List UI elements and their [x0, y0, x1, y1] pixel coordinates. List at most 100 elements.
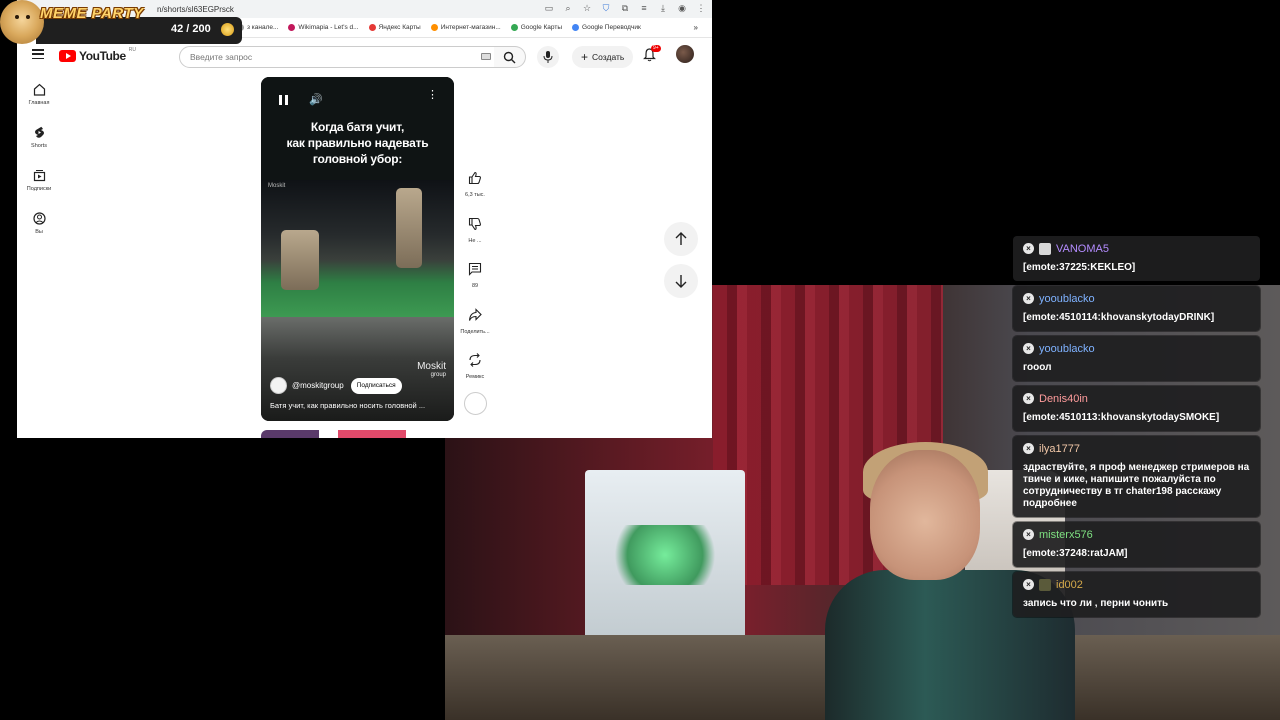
video-overlay-caption: Когда батя учит, как правильно надевать …: [261, 119, 454, 167]
search-button[interactable]: [494, 46, 526, 68]
dislike-label: Не ...: [468, 237, 482, 244]
sidebar-item-label: Shorts: [31, 143, 47, 149]
audio-track-thumbnail[interactable]: [464, 392, 487, 415]
star-icon[interactable]: ☆: [582, 3, 592, 13]
short-title[interactable]: Батя учит, как правильно носить головной…: [270, 401, 425, 410]
comments-count: 89: [471, 283, 479, 289]
chat-username: yooublacko: [1039, 342, 1095, 355]
subscribe-button[interactable]: Подписаться: [350, 377, 402, 394]
like-count: 6,3 тыс.: [465, 192, 485, 198]
close-icon[interactable]: ×: [1023, 579, 1034, 590]
bookmark-item[interactable]: з канале...: [237, 24, 278, 31]
sidebar-item-shorts[interactable]: Shorts: [17, 117, 61, 160]
bookmark-label: Google Переводчик: [582, 24, 641, 31]
sidebar-item-home[interactable]: Главная: [17, 74, 61, 117]
user-badge-icon: [1039, 242, 1051, 255]
chat-message-text: [emote:4510114:khovanskytodayDRINK]: [1023, 312, 1215, 323]
comments-button[interactable]: 89: [457, 258, 493, 304]
stream-screen: n/shorts/sl63EGPrsck ▭ ⌕ ☆ ⛉ ⧉ ≡ ⤓ ◉ ⋮ з…: [0, 0, 1280, 720]
sidebar-item-label: Главная: [28, 100, 50, 106]
chat-message: × misterx576 [emote:37248:ratJAM]: [1013, 522, 1260, 567]
voice-search-button[interactable]: [537, 46, 559, 68]
zoom-icon[interactable]: ⌕: [563, 3, 573, 13]
chat-message: × VANOMA5 [emote:37225:KEKLEO]: [1013, 236, 1260, 281]
like-button[interactable]: 6,3 тыс.: [457, 167, 493, 213]
download-icon[interactable]: ⤓: [658, 3, 668, 13]
bookmark-item[interactable]: Google Карты: [510, 24, 562, 31]
channel-name[interactable]: @moskitgroup: [292, 381, 344, 390]
profile-icon[interactable]: ◉: [677, 3, 687, 13]
chat-message: × Denis40in [emote:4510113:khovanskytodayS…: [1013, 386, 1260, 431]
menu-icon[interactable]: [32, 49, 44, 59]
close-icon[interactable]: ×: [1023, 293, 1034, 304]
chat-message-text: запись что ли , перни чонить: [1023, 598, 1169, 609]
close-icon[interactable]: ×: [1023, 243, 1034, 254]
soldier-figure: [396, 188, 422, 268]
sidebar: Главная Shorts Подписки Вы: [17, 74, 61, 246]
search-input[interactable]: Введите запрос: [179, 46, 500, 68]
sidebar-item-you[interactable]: Вы: [17, 203, 61, 246]
dislike-button[interactable]: Не ...: [457, 213, 493, 259]
remix-button[interactable]: Ремикс: [457, 349, 493, 395]
dislike-icon: [468, 217, 481, 230]
search-placeholder: Введите запрос: [190, 52, 253, 62]
previous-short-button[interactable]: [664, 222, 698, 256]
chat-message-header: × misterx576: [1023, 527, 1252, 542]
more-options-button[interactable]: ⋮: [427, 90, 438, 101]
chat-message-header: × id002: [1023, 577, 1252, 592]
bookmark-item[interactable]: Wikimapia - Let's d...: [288, 24, 359, 31]
video-brand-watermark: Moskit group: [417, 362, 446, 380]
keyboard-icon[interactable]: [481, 53, 491, 60]
cast-icon[interactable]: ▭: [544, 3, 554, 13]
shield-icon[interactable]: ⛉: [601, 3, 611, 13]
youtube-logo[interactable]: YouTube RU: [59, 47, 136, 63]
reading-list-icon[interactable]: ≡: [639, 3, 649, 13]
soldier-figure: [281, 230, 319, 290]
pause-button[interactable]: [279, 95, 289, 105]
bookmark-label: Яндекс Карты: [378, 24, 421, 31]
mic-icon: [543, 51, 553, 63]
chat-overlay: × VANOMA5 [emote:37225:KEKLEO] × yooublacko […: [1013, 236, 1263, 622]
close-icon[interactable]: ×: [1023, 529, 1034, 540]
next-short-button[interactable]: [664, 264, 698, 298]
notifications-button[interactable]: 9+: [643, 45, 661, 62]
chat-message-header: × Denis40in: [1023, 391, 1252, 406]
bookmark-item[interactable]: Google Переводчик: [572, 24, 641, 31]
chat-message-header: × yooublacko: [1023, 291, 1252, 306]
youtube-play-icon: [59, 50, 76, 62]
chat-message-text: гооол: [1023, 362, 1052, 373]
channel-avatar[interactable]: [270, 377, 287, 394]
chat-username: VANOMA5: [1056, 242, 1109, 255]
you-icon: [32, 212, 46, 225]
next-short-preview[interactable]: [261, 430, 454, 438]
chat-message-text: [emote:4510113:khovanskytodaySMOKE]: [1023, 412, 1220, 423]
chat-username: Denis40in: [1039, 392, 1088, 405]
short-video-player[interactable]: 🔊 ⋮ Когда батя учит, как правильно надев…: [261, 77, 454, 421]
remix-icon: [469, 353, 481, 367]
close-icon[interactable]: ×: [1023, 443, 1034, 454]
chat-username: id002: [1056, 578, 1083, 591]
create-button[interactable]: + Создать: [572, 46, 634, 68]
close-icon[interactable]: ×: [1023, 343, 1034, 354]
volume-button[interactable]: 🔊: [309, 93, 323, 106]
short-actions: 6,3 тыс. Не ... 89 Поделить... Ремикс: [457, 167, 493, 395]
bookmark-item[interactable]: Интернет-магазин...: [430, 24, 501, 31]
sidebar-item-subscriptions[interactable]: Подписки: [17, 160, 61, 203]
menu-icon[interactable]: ⋮: [696, 3, 706, 13]
share-label: Поделить...: [460, 328, 490, 335]
home-icon: [33, 83, 45, 96]
caption-line: Когда батя учит,: [310, 120, 405, 134]
coin-icon: [221, 23, 234, 36]
bookmark-favicon-icon: [368, 24, 376, 31]
video-frame: Moskit: [261, 180, 454, 317]
pc-glow: [610, 525, 720, 585]
share-button[interactable]: Поделить...: [457, 304, 493, 350]
bookmark-favicon-icon: [572, 24, 580, 31]
extensions-icon[interactable]: ⧉: [620, 3, 630, 13]
close-icon[interactable]: ×: [1023, 393, 1034, 404]
bookmark-item[interactable]: Яндекс Карты: [368, 24, 421, 31]
avatar[interactable]: [676, 45, 694, 63]
bookmarks-overflow-icon[interactable]: »: [694, 23, 698, 32]
meme-party-title: MEME PARTY: [40, 5, 144, 22]
chat-message-text: [emote:37225:KEKLEO]: [1023, 262, 1136, 273]
